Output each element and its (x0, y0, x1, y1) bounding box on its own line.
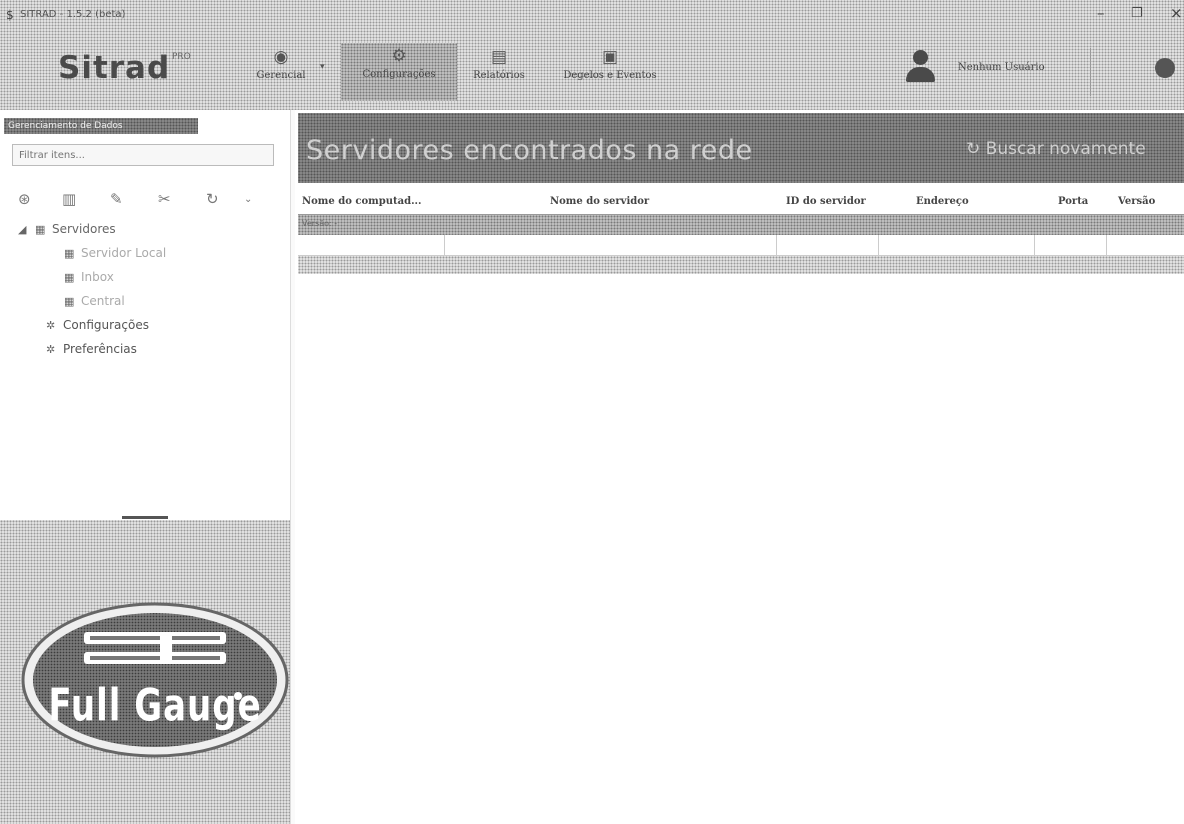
server-icon: ▦ (64, 295, 75, 308)
ribbon-button-degelos-eventos[interactable]: ▣ Degelos e Eventos (545, 44, 675, 100)
gear-icon: ✲ (46, 319, 56, 332)
tree-item-label: Inbox (81, 270, 114, 284)
refresh-icon: ↻ (966, 139, 986, 159)
column-divider (1034, 235, 1035, 255)
cut-icon[interactable]: ✂ (158, 190, 171, 208)
window-title: SITRAD - 1.5.2 (beta) (20, 9, 126, 20)
ribbon: Sitrad PRO ◉ Gerencial ▾ ⚙ Configurações… (0, 30, 1184, 110)
servers-table: Nome do computad... Nome do servidor ID … (298, 190, 1184, 274)
chevron-down-icon[interactable]: ▾ (320, 62, 325, 72)
ribbon-button-label: Gerencial (256, 70, 306, 81)
full-gauge-logo: Full Gauge (20, 600, 290, 760)
column-divider (444, 235, 445, 255)
page-title: Servidores encontrados na rede (306, 135, 753, 166)
tree-item-label: Preferências (63, 342, 137, 356)
refresh-button[interactable]: ↻ Buscar novamente (966, 139, 1146, 159)
tree-item-central[interactable]: ▦ Central (64, 294, 125, 308)
ribbon-button-label: Relatórios (473, 70, 525, 81)
column-header-server-id[interactable]: ID do servidor (786, 196, 866, 207)
report-icon: ▤ (490, 47, 508, 67)
sidebar-toolbar: ⊛ ▥ ✎ ✂ ↻ ⌄ (18, 190, 288, 212)
calendar-icon: ▣ (601, 47, 619, 67)
settings-icon[interactable] (1155, 58, 1175, 78)
column-header-address[interactable]: Endereço (916, 196, 969, 207)
app-logo-edition: PRO (172, 52, 191, 62)
column-header-version[interactable]: Versão (1118, 196, 1155, 207)
group-label: Versão: - (302, 219, 338, 228)
ribbon-button-relatorios[interactable]: ▤ Relatórios (459, 44, 539, 100)
eye-icon: ◉ (273, 47, 289, 67)
gear-icon: ✲ (46, 343, 56, 356)
table-row[interactable] (298, 235, 1184, 256)
tree-item-label: Configurações (63, 318, 149, 332)
title-bar: $ SITRAD - 1.5.2 (beta) – ❐ × (0, 0, 1184, 30)
server-icon: ▦ (64, 247, 75, 260)
column-header-server-name[interactable]: Nome do servidor (550, 196, 649, 207)
panel-splitter-handle[interactable] (122, 516, 168, 519)
column-header-port[interactable]: Porta (1058, 196, 1088, 207)
remove-icon[interactable]: ▥ (62, 190, 76, 208)
tree-item-servidores[interactable]: ◢ ▦ Servidores (18, 222, 116, 236)
tree-item-configuracoes[interactable]: ✲ Configurações (46, 318, 149, 332)
table-row[interactable] (298, 256, 1184, 274)
column-header-computer-name[interactable]: Nome do computad... (302, 196, 422, 207)
tree-item-preferencias[interactable]: ✲ Preferências (46, 342, 137, 356)
ribbon-button-label: Configurações (362, 69, 436, 80)
expand-arrow-icon[interactable]: ◢ (18, 223, 35, 236)
filter-input[interactable] (12, 144, 274, 166)
minimize-button[interactable]: – (1097, 4, 1105, 22)
column-divider (1106, 235, 1107, 255)
divider (1090, 48, 1091, 96)
app-logo: Sitrad (58, 50, 171, 86)
ribbon-button-gerencial[interactable]: ◉ Gerencial (246, 44, 316, 100)
table-group-row[interactable]: Versão: - (298, 215, 1184, 235)
tree-item-label: Central (81, 294, 125, 308)
tree-item-label: Servidor Local (81, 246, 167, 260)
refresh-button-label: Buscar novamente (985, 139, 1146, 159)
server-icon: ▦ (64, 271, 75, 284)
sidebar-header: Gerenciamento de Dados (4, 118, 198, 134)
refresh-icon[interactable]: ↻ (206, 190, 219, 208)
user-name[interactable]: Nenhum Usuário (958, 62, 1045, 73)
chevron-down-icon[interactable]: ⌄ (244, 194, 252, 205)
main-header: Servidores encontrados na rede ↻ Buscar … (298, 113, 1184, 183)
server-icon: ▦ (35, 223, 46, 236)
tree-item-inbox[interactable]: ▦ Inbox (64, 270, 114, 284)
brand-logo-text: Full Gauge (48, 680, 262, 732)
vertical-splitter[interactable] (290, 110, 295, 824)
add-icon[interactable]: ⊛ (18, 190, 31, 208)
column-divider (776, 235, 777, 255)
gear-icon: ⚙ (391, 46, 407, 66)
restore-button[interactable]: ❐ (1131, 6, 1143, 21)
table-header: Nome do computad... Nome do servidor ID … (298, 190, 1184, 215)
app-icon: $ (6, 8, 14, 22)
edit-icon[interactable]: ✎ (110, 190, 123, 208)
ribbon-button-label: Degelos e Eventos (563, 70, 657, 81)
user-avatar-icon[interactable] (905, 50, 935, 90)
tree-item-servidor-local[interactable]: ▦ Servidor Local (64, 246, 166, 260)
ribbon-button-configuracoes[interactable]: ⚙ Configurações (341, 43, 457, 101)
column-divider (878, 235, 879, 255)
close-button[interactable]: × (1170, 4, 1183, 22)
tree-item-label: Servidores (52, 222, 116, 236)
